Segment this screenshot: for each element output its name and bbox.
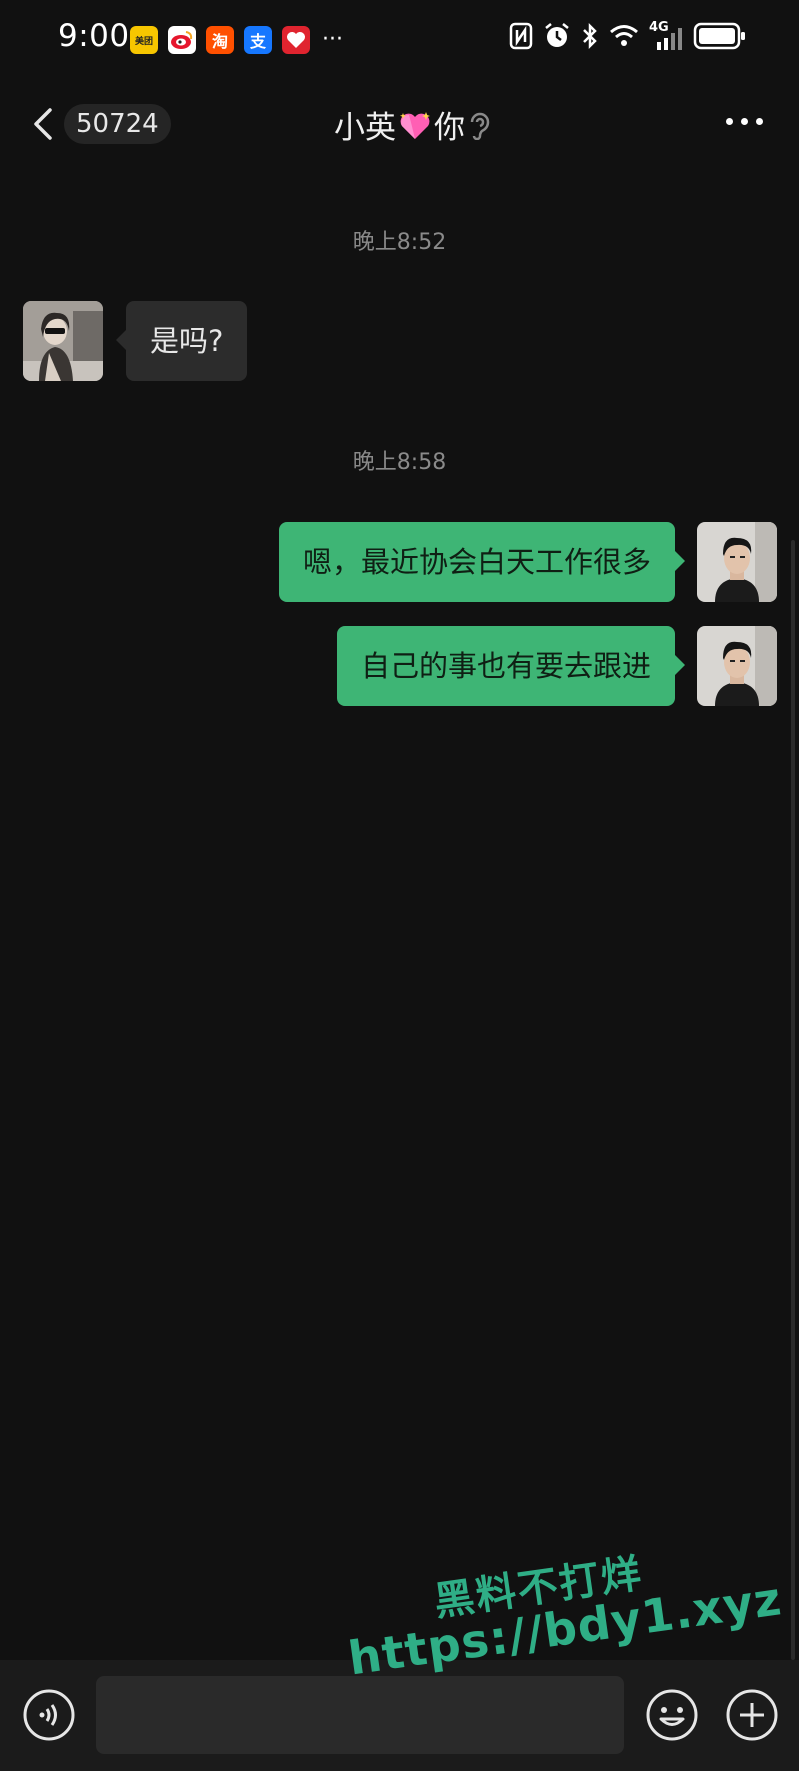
incoming-message-bubble[interactable]: 是吗?	[116, 301, 248, 381]
status-bar: 9:00 美团 淘 支 ··· 4G	[0, 0, 799, 78]
taobao-icon: 淘	[206, 26, 234, 54]
chat-title-suffix: 你	[434, 110, 465, 146]
outgoing-message-bubble[interactable]: 嗯，最近协会白天工作很多	[278, 522, 685, 602]
signal-icon	[657, 28, 682, 50]
meituan-icon: 美团	[130, 26, 158, 54]
bubble-tail	[674, 654, 685, 676]
notification-app-icons: 美团 淘 支 ···	[130, 26, 343, 54]
sparkling-heart-icon	[398, 110, 432, 150]
network-type-label: 4G	[649, 20, 683, 50]
bluetooth-icon	[583, 22, 597, 50]
message-input[interactable]	[96, 1676, 624, 1754]
emoji-button[interactable]	[645, 1688, 699, 1742]
message-text: 嗯，最近协会白天工作很多	[302, 545, 651, 579]
voice-icon	[23, 1689, 75, 1741]
my-avatar[interactable]	[697, 522, 777, 602]
bubble-tail	[116, 329, 127, 351]
chat-title: 小英 你	[0, 102, 799, 150]
chat-title-name: 小英	[334, 110, 396, 146]
more-notifications-icon: ···	[322, 27, 343, 52]
plus-icon	[726, 1689, 778, 1741]
message-text: 是吗?	[150, 324, 224, 358]
voice-input-button[interactable]	[22, 1688, 76, 1742]
chat-scrollbar[interactable]	[791, 540, 795, 1660]
chat-header: 50724 小英你	[0, 88, 799, 160]
more-options-button[interactable]	[726, 118, 763, 125]
alipay-icon: 支	[244, 26, 272, 54]
weibo-icon	[168, 26, 196, 54]
status-icons: 4G	[509, 20, 747, 50]
smiley-icon	[646, 1689, 698, 1741]
message-text: 自己的事也有要去跟进	[360, 649, 651, 683]
heart-app-icon	[282, 26, 310, 54]
nfc-icon	[509, 22, 533, 50]
ear-icon	[470, 112, 490, 140]
bubble-tail	[674, 550, 685, 572]
outgoing-message-bubble[interactable]: 自己的事也有要去跟进	[336, 626, 685, 706]
my-avatar[interactable]	[697, 626, 777, 706]
status-time: 9:00	[58, 18, 130, 54]
more-functions-button[interactable]	[725, 1688, 779, 1742]
message-timestamp: 晚上8:58	[352, 450, 447, 475]
alarm-icon	[545, 23, 569, 47]
battery-icon	[693, 22, 745, 50]
message-timestamp: 晚上8:52	[352, 230, 447, 255]
contact-avatar[interactable]	[23, 301, 103, 381]
wifi-icon	[610, 25, 638, 46]
